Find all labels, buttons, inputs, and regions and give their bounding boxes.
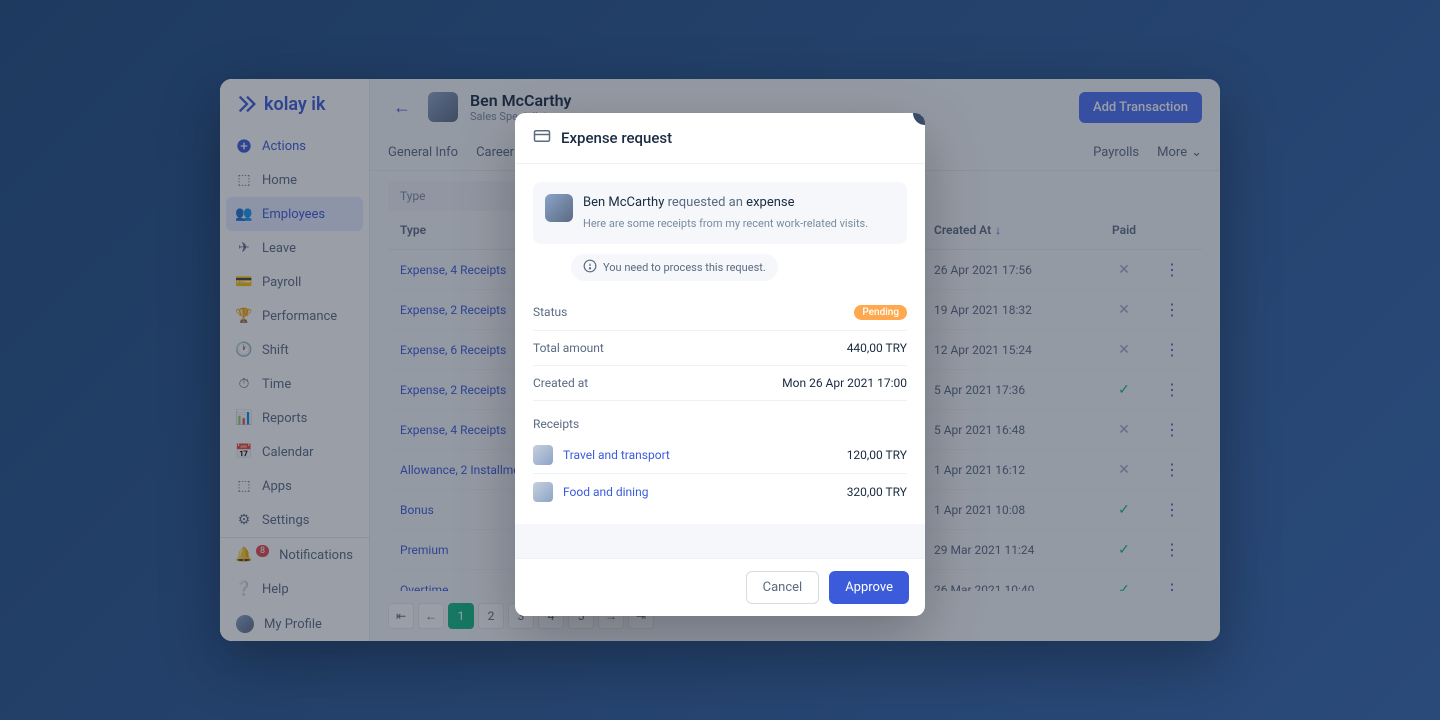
created-label: Created at bbox=[533, 376, 588, 390]
modal-header: Expense request bbox=[515, 113, 925, 164]
modal-gap bbox=[515, 524, 925, 558]
receipt-row: Travel and transport 120,00 TRY bbox=[533, 437, 907, 474]
cancel-button[interactable]: Cancel bbox=[746, 571, 820, 604]
receipt-thumb-icon bbox=[533, 445, 553, 465]
info-icon bbox=[583, 259, 597, 276]
card-icon bbox=[533, 127, 551, 149]
status-row: Status Pending bbox=[533, 295, 907, 331]
receipt-amount: 120,00 TRY bbox=[847, 448, 907, 462]
status-label: Status bbox=[533, 305, 567, 319]
modal-body: Ben McCarthy requested an expense Here a… bbox=[515, 164, 925, 510]
requester-name: Ben McCarthy bbox=[583, 195, 664, 210]
process-hint-text: You need to process this request. bbox=[603, 261, 766, 274]
total-row: Total amount 440,00 TRY bbox=[533, 331, 907, 366]
expense-request-modal: ✕ Expense request Ben McCarthy requested… bbox=[515, 113, 925, 616]
receipt-thumb-icon bbox=[533, 482, 553, 502]
created-value: Mon 26 Apr 2021 17:00 bbox=[782, 376, 907, 390]
status-badge: Pending bbox=[854, 305, 907, 320]
receipt-link[interactable]: Travel and transport bbox=[563, 448, 670, 462]
total-value: 440,00 TRY bbox=[847, 341, 907, 355]
approve-button[interactable]: Approve bbox=[829, 571, 909, 604]
modal-overlay: ✕ Expense request Ben McCarthy requested… bbox=[220, 79, 1220, 641]
request-card: Ben McCarthy requested an expense Here a… bbox=[533, 182, 907, 244]
app-window: kolay ik Actions ⬚Home👥Employees✈Leave💳P… bbox=[220, 79, 1220, 641]
requester-avatar bbox=[545, 194, 573, 222]
receipt-amount: 320,00 TRY bbox=[847, 485, 907, 499]
receipt-row: Food and dining 320,00 TRY bbox=[533, 474, 907, 510]
process-hint: You need to process this request. bbox=[571, 254, 778, 281]
receipt-link[interactable]: Food and dining bbox=[563, 485, 648, 499]
an-word: an bbox=[729, 195, 743, 210]
receipts-title: Receipts bbox=[533, 417, 907, 431]
request-summary: Ben McCarthy requested an expense bbox=[583, 194, 868, 212]
requested-word: requested bbox=[668, 195, 726, 210]
modal-footer: Cancel Approve bbox=[515, 558, 925, 616]
modal-title: Expense request bbox=[561, 129, 672, 147]
request-description: Here are some receipts from my recent wo… bbox=[583, 216, 868, 231]
expense-word: expense bbox=[746, 195, 794, 210]
created-row: Created at Mon 26 Apr 2021 17:00 bbox=[533, 366, 907, 401]
total-label: Total amount bbox=[533, 341, 604, 355]
